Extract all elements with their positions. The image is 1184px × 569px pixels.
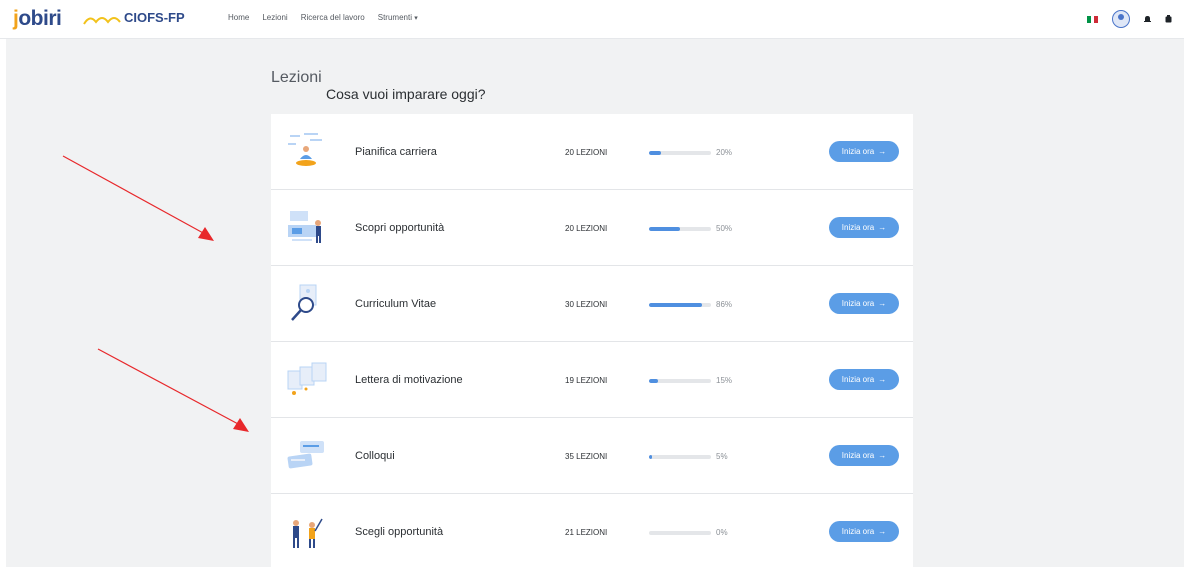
lesson-row[interactable]: Lettera di motivazione 19 LEZIONI 15% In… (271, 342, 913, 418)
lesson-title: Scopri opportunità (355, 222, 445, 234)
start-lesson-button[interactable]: Inizia ora → (829, 217, 899, 238)
lesson-count: 20 LEZIONI (565, 224, 608, 233)
progress-bar (649, 227, 711, 231)
jobiri-logo[interactable]: jobiri (13, 7, 62, 31)
progress-bar (649, 151, 711, 155)
start-lesson-button[interactable]: Inizia ora → (829, 141, 899, 162)
nav-home[interactable]: Home (228, 13, 249, 22)
lesson-row[interactable]: Pianifica carriera 20 LEZIONI 20% Inizia… (271, 114, 913, 190)
user-avatar-icon[interactable] (1112, 10, 1130, 28)
italian-flag-icon[interactable] (1087, 15, 1099, 23)
progress-bar (649, 531, 711, 535)
progress-fill (649, 227, 680, 231)
lesson-count: 21 LEZIONI (565, 528, 608, 537)
arrow-right-icon: → (878, 451, 887, 460)
progress-percent: 20% (716, 148, 733, 157)
nav-ricerca-del-lavoro[interactable]: Ricerca del lavoro (301, 13, 365, 22)
chevron-down-icon: ▾ (414, 15, 418, 22)
start-lesson-button[interactable]: Inizia ora → (829, 521, 899, 542)
lesson-count: 20 LEZIONI (565, 148, 608, 157)
lesson-count: 30 LEZIONI (565, 300, 608, 309)
start-lesson-button[interactable]: Inizia ora → (829, 293, 899, 314)
notification-bell-icon[interactable] (1144, 15, 1151, 23)
progress-percent: 15% (716, 376, 733, 385)
progress-percent: 5% (716, 452, 728, 461)
curriculum-vitae-illustration (291, 284, 317, 321)
arrow-right-icon: → (878, 527, 887, 536)
choose-opportunities-illustration (293, 518, 323, 548)
progress-fill (649, 379, 659, 383)
progress-percent: 50% (716, 224, 733, 233)
progress-fill (649, 455, 653, 459)
interview-illustration (287, 441, 324, 469)
ciofs-logo-text: CIOFS-FP (124, 10, 185, 25)
start-lesson-button[interactable]: Inizia ora → (829, 445, 899, 466)
cover-letter-illustration (287, 362, 327, 395)
progress-fill (649, 151, 662, 155)
lesson-count: 19 LEZIONI (565, 376, 608, 385)
lesson-title: Curriculum Vitae (355, 298, 437, 310)
progress-fill (649, 303, 703, 307)
page-title: Lezioni (271, 68, 322, 86)
header-actions (1087, 10, 1172, 28)
nav-lezioni[interactable]: Lezioni (262, 13, 287, 22)
lesson-row[interactable]: Scegli opportunità 21 LEZIONI 0% Inizia … (271, 494, 913, 569)
career-planning-illustration (288, 133, 322, 166)
settings-icon[interactable] (1165, 15, 1172, 23)
page-subtitle: Cosa vuoi imparare oggi? (326, 85, 486, 102)
progress-percent: 0% (716, 528, 728, 537)
lessons-list: Pianifica carriera 20 LEZIONI 20% Inizia… (271, 114, 913, 567)
start-lesson-button[interactable]: Inizia ora → (829, 369, 899, 390)
flag-stripe (1094, 15, 1099, 23)
arrow-right-icon: → (878, 299, 887, 308)
lesson-row[interactable]: Curriculum Vitae 30 LEZIONI 86% Inizia o… (271, 266, 913, 342)
nav-strumenti[interactable]: Strumenti ▾ (378, 13, 418, 22)
lesson-title: Colloqui (355, 450, 395, 462)
lesson-title: Pianifica carriera (355, 146, 437, 158)
lesson-row[interactable]: Scopri opportunità 20 LEZIONI 50% Inizia… (271, 190, 913, 266)
discover-opportunities-illustration (288, 211, 321, 243)
progress-bar (649, 455, 711, 459)
progress-percent: 86% (716, 300, 733, 309)
lesson-count: 35 LEZIONI (565, 452, 608, 461)
lesson-row[interactable]: Colloqui 35 LEZIONI 5% Inizia ora → (271, 418, 913, 494)
top-navbar: jobiri CIOFS-FP Home Lezioni Ricerca del… (0, 0, 1184, 39)
progress-bar (649, 379, 711, 383)
lesson-title: Scegli opportunità (355, 526, 444, 538)
main-nav: Home Lezioni Ricerca del lavoro Strument… (228, 13, 418, 22)
progress-bar (649, 303, 711, 307)
arrow-right-icon: → (878, 223, 887, 232)
arrow-right-icon: → (878, 375, 887, 384)
arrow-right-icon: → (878, 147, 887, 156)
lesson-title: Lettera di motivazione (355, 374, 463, 386)
